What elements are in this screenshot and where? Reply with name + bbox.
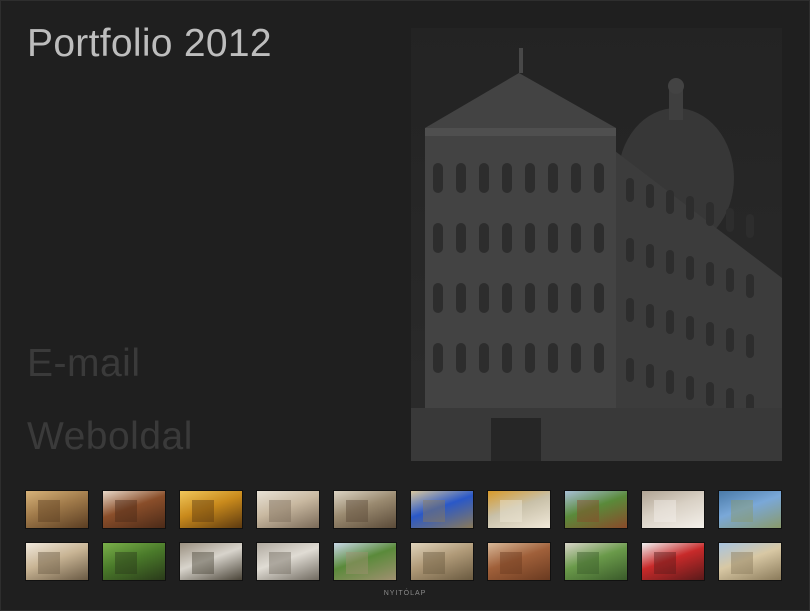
thumbnail-detail bbox=[38, 552, 61, 575]
thumbnail-detail bbox=[423, 552, 446, 575]
thumbnail-detail bbox=[423, 500, 446, 523]
hero-photo bbox=[411, 28, 782, 461]
cypress-road-thumb[interactable] bbox=[333, 542, 397, 581]
thumbnail-detail bbox=[346, 500, 369, 523]
stone-courtyard-thumb[interactable] bbox=[641, 490, 705, 529]
thumbnail-detail bbox=[577, 552, 600, 575]
thumbnail-gallery bbox=[25, 490, 782, 594]
church-front-thumb[interactable] bbox=[256, 542, 320, 581]
rooftops-thumb[interactable] bbox=[487, 542, 551, 581]
green-hillside-thumb[interactable] bbox=[564, 490, 628, 529]
iron-gate-thumb[interactable] bbox=[102, 542, 166, 581]
website-link[interactable]: Weboldal bbox=[27, 415, 193, 459]
red-cable-car-thumb[interactable] bbox=[641, 542, 705, 581]
email-link[interactable]: E-mail bbox=[27, 342, 141, 386]
arcade-corridor-thumb[interactable] bbox=[25, 490, 89, 529]
vaulted-arch-thumb[interactable] bbox=[102, 490, 166, 529]
columns-thumb[interactable] bbox=[410, 542, 474, 581]
coastal-cliff-thumb[interactable] bbox=[718, 490, 782, 529]
old-buildings-thumb[interactable] bbox=[256, 490, 320, 529]
garden-cloister-thumb[interactable] bbox=[564, 542, 628, 581]
page-title: Portfolio 2012 bbox=[27, 22, 272, 65]
golden-sculpture-thumb[interactable] bbox=[487, 490, 551, 529]
golden-cloister-thumb[interactable] bbox=[179, 490, 243, 529]
thumbnail-detail bbox=[731, 552, 754, 575]
thumbnail-detail bbox=[731, 500, 754, 523]
thumbnail-detail bbox=[654, 500, 677, 523]
clock-tower-thumb[interactable] bbox=[25, 542, 89, 581]
thumbnail-detail bbox=[115, 552, 138, 575]
thumbnail-row bbox=[25, 542, 782, 581]
cathedral-facade-image bbox=[411, 28, 782, 461]
thumbnail-detail bbox=[192, 500, 215, 523]
thumbnail-detail bbox=[38, 500, 61, 523]
thumbnail-detail bbox=[269, 500, 292, 523]
thumbnail-detail bbox=[192, 552, 215, 575]
urn-statue-thumb[interactable] bbox=[179, 542, 243, 581]
blue-sky-tower-thumb[interactable] bbox=[410, 490, 474, 529]
home-link[interactable]: NYITÓLAP bbox=[0, 590, 810, 597]
sandy-field-thumb[interactable] bbox=[718, 542, 782, 581]
thumbnail-detail bbox=[115, 500, 138, 523]
townhouse-row-thumb[interactable] bbox=[333, 490, 397, 529]
thumbnail-detail bbox=[654, 552, 677, 575]
thumbnail-detail bbox=[346, 552, 369, 575]
thumbnail-detail bbox=[500, 500, 523, 523]
thumbnail-row bbox=[25, 490, 782, 529]
thumbnail-detail bbox=[500, 552, 523, 575]
thumbnail-detail bbox=[269, 552, 292, 575]
thumbnail-detail bbox=[577, 500, 600, 523]
